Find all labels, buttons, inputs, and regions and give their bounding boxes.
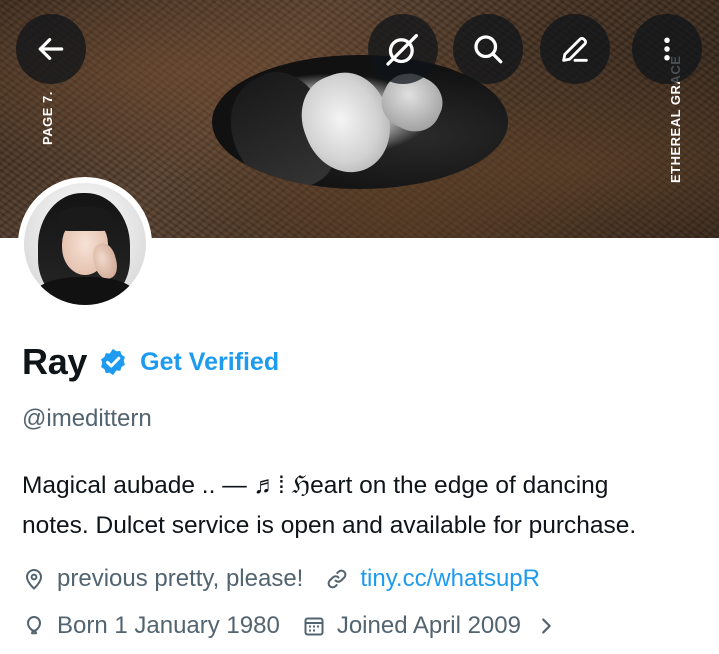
chevron-right-icon[interactable] [535, 615, 557, 637]
pencil-icon [562, 37, 588, 62]
banner-oval-photo [212, 55, 508, 189]
location-text: previous pretty, please! [57, 565, 304, 592]
website-link[interactable]: tiny.cc/whatsupR [360, 565, 540, 593]
profile-meta-row[interactable]: Born 1 January 1980 Joined April 2009 [22, 609, 557, 643]
grok-icon [386, 34, 418, 66]
back-button[interactable] [16, 14, 86, 84]
name-row: Ray Get Verified [22, 340, 279, 384]
birthday-text: Born 1 January 1980 [57, 612, 280, 639]
grok-button[interactable] [368, 14, 438, 84]
banner-left-caption: PAGE 7. [40, 91, 55, 145]
bio-line: notes. Dulcet service is open and availa… [22, 512, 637, 539]
avatar-bangs [58, 207, 112, 231]
more-vertical-icon [664, 37, 670, 61]
location-item: previous pretty, please! [22, 565, 303, 593]
display-name: Ray [22, 341, 88, 382]
bio: Magical aubade .. — ♬⁞ ℌeart on the edge… [22, 466, 712, 546]
profile-meta-row: previous pretty, please! tiny.cc/whatsup… [22, 562, 540, 596]
bio-line: Magical aubade .. — ♬⁞ ℌeart on the edge… [22, 472, 609, 499]
joined-item: Joined April 2009 [302, 612, 521, 640]
avatar[interactable] [18, 177, 152, 311]
get-verified-link[interactable]: Get Verified [140, 348, 279, 377]
avatar-shirt [34, 277, 136, 305]
more-options-button[interactable] [632, 14, 702, 84]
arrow-left-icon [38, 38, 64, 60]
balloon-icon [27, 616, 41, 635]
user-handle: @imedittern [22, 405, 152, 432]
calendar-icon [304, 617, 324, 636]
search-icon [474, 35, 503, 64]
link-icon [327, 569, 347, 589]
avatar-photo [24, 183, 146, 305]
location-pin-icon [25, 569, 43, 590]
website-item[interactable]: tiny.cc/whatsupR [325, 565, 540, 593]
joined-text: Joined April 2009 [336, 612, 521, 639]
verified-badge-icon[interactable] [98, 347, 128, 377]
edit-profile-button[interactable] [540, 14, 610, 84]
search-button[interactable] [453, 14, 523, 84]
birthday-item: Born 1 January 1980 [22, 612, 280, 640]
